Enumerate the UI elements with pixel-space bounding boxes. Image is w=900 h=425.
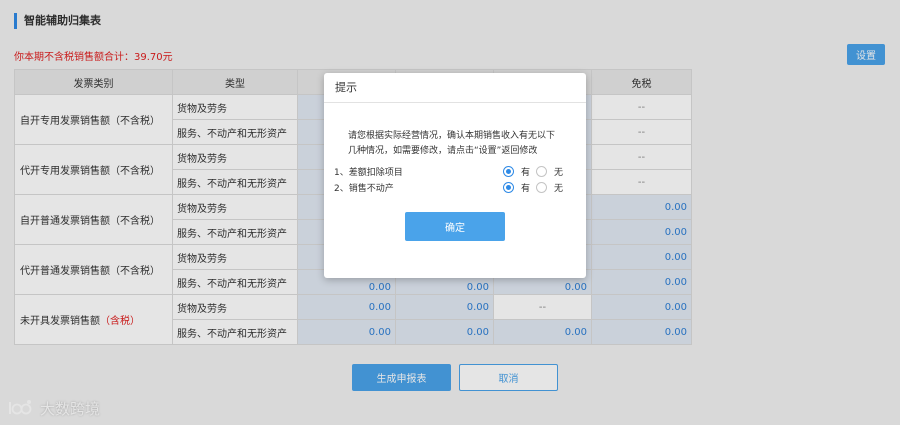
option-label: 2、销售不动产: [334, 184, 394, 194]
radio-no-label: 无: [554, 184, 564, 194]
radio-yes-label: 有: [521, 184, 531, 194]
dialog-message-line: 几种情况，如需要修改，请点击“设置”返回修改: [348, 146, 538, 156]
radio-yes[interactable]: [503, 166, 514, 177]
radio-no[interactable]: [536, 182, 547, 193]
dialog-message: 请您根据实际经营情况，确认本期销售收入有无以下 几种情况，如需要修改，请点击“设…: [348, 129, 568, 159]
confirm-button[interactable]: 确定: [405, 212, 505, 241]
option-label: 1、差额扣除项目: [334, 168, 403, 178]
radio-no[interactable]: [536, 166, 547, 177]
prompt-dialog: 提示 请您根据实际经营情况，确认本期销售收入有无以下 几种情况，如需要修改，请点…: [324, 73, 586, 278]
radio-no-label: 无: [554, 168, 564, 178]
dialog-message-line: 请您根据实际经营情况，确认本期销售收入有无以下: [348, 131, 556, 141]
dialog-title: 提示: [324, 73, 586, 103]
radio-yes-label: 有: [521, 168, 531, 178]
option-row-real-estate: 2、销售不动产 有 无: [334, 181, 574, 195]
radio-yes[interactable]: [503, 182, 514, 193]
option-row-deduction: 1、差额扣除项目 有 无: [334, 165, 574, 179]
